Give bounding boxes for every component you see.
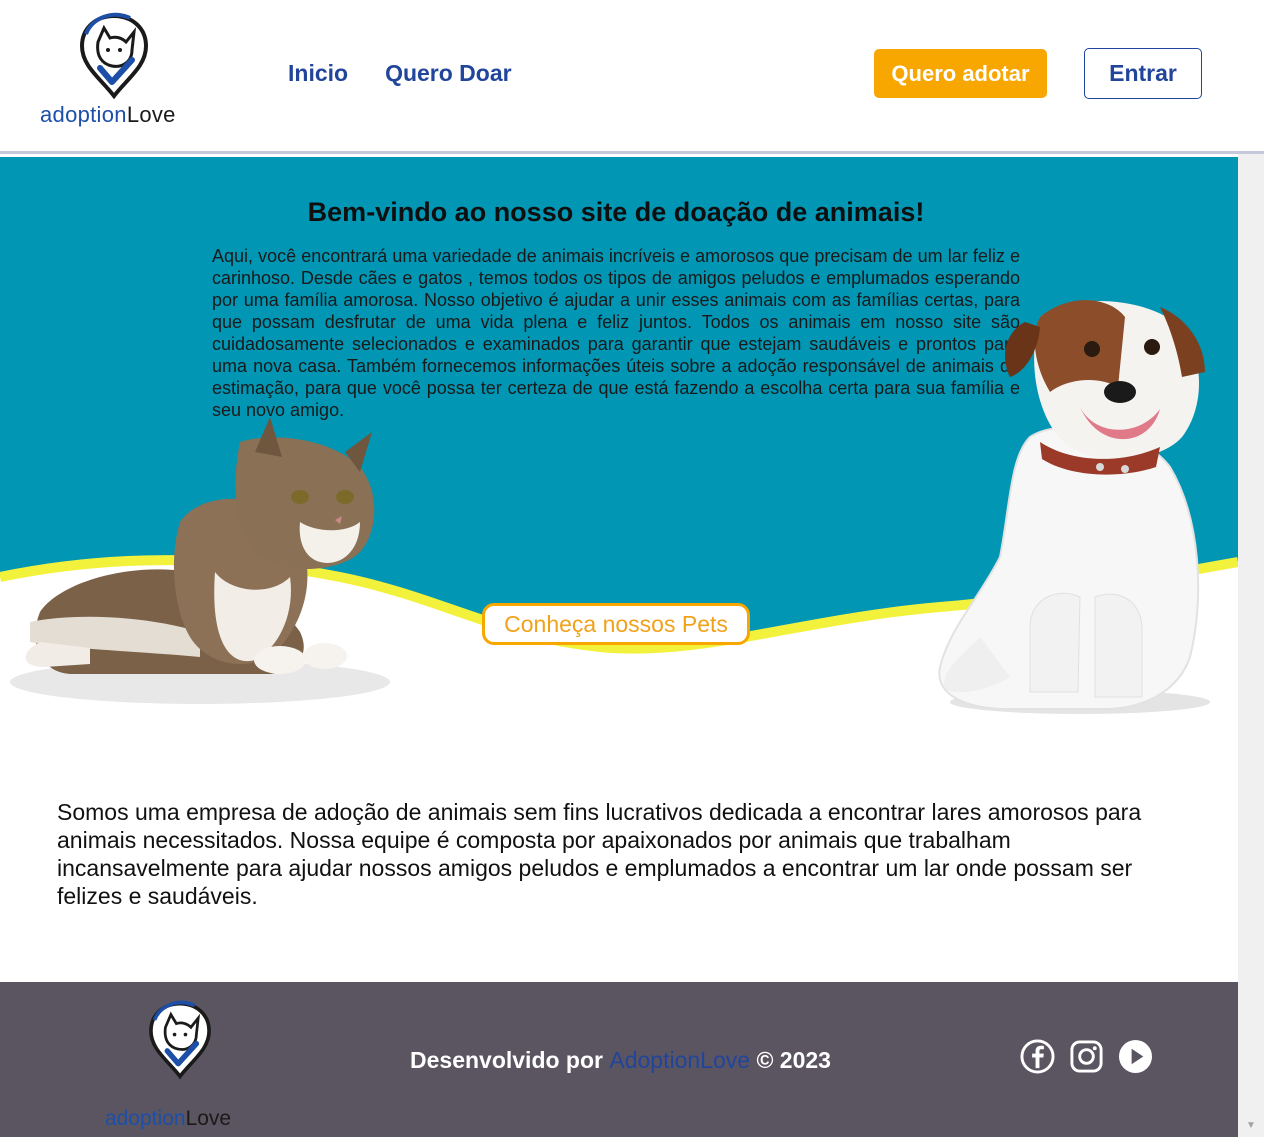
cat-image bbox=[10, 417, 390, 704]
pet-heart-logo-icon bbox=[149, 1000, 211, 1080]
page: adoptionLove Inicio Quero Doar Quero ado… bbox=[0, 0, 1264, 1137]
instagram-icon[interactable] bbox=[1069, 1039, 1104, 1074]
site-footer: adoptionLove Desenvolvido por AdoptionLo… bbox=[0, 982, 1238, 1137]
social-links bbox=[1020, 1039, 1153, 1074]
credit-prefix: Desenvolvido por bbox=[410, 1047, 610, 1073]
site-header: adoptionLove Inicio Quero Doar Quero ado… bbox=[0, 0, 1264, 154]
credit-brand-link[interactable]: AdoptionLove bbox=[609, 1047, 750, 1073]
credit-suffix: © 2023 bbox=[750, 1047, 831, 1073]
entrar-button[interactable]: Entrar bbox=[1084, 48, 1202, 99]
main-nav: Inicio Quero Doar bbox=[288, 60, 512, 87]
footer-logo-text: adoptionLove bbox=[105, 1107, 231, 1131]
hero-title: Bem-vindo ao nosso site de doação de ani… bbox=[307, 197, 925, 227]
header-logo[interactable]: adoptionLove bbox=[40, 12, 190, 132]
quero-adotar-button[interactable]: Quero adotar bbox=[874, 49, 1047, 98]
nav-quero-doar[interactable]: Quero Doar bbox=[385, 60, 512, 87]
hero-section: Bem-vindo ao nosso site de doação de ani… bbox=[0, 157, 1238, 727]
pet-heart-logo-icon bbox=[79, 12, 149, 100]
footer-logo-text-part1: adoption bbox=[105, 1107, 186, 1130]
youtube-icon[interactable] bbox=[1118, 1039, 1153, 1074]
hero-description: Aqui, você encontrará uma variedade de a… bbox=[212, 246, 1020, 420]
facebook-icon[interactable] bbox=[1020, 1039, 1055, 1074]
dog-image bbox=[938, 300, 1210, 714]
footer-logo[interactable]: adoptionLove bbox=[105, 1000, 265, 1130]
nav-inicio[interactable]: Inicio bbox=[288, 60, 348, 87]
logo-text: adoptionLove bbox=[40, 102, 176, 128]
logo-text-part1: adoption bbox=[40, 102, 127, 127]
page-scrollbar[interactable]: ▼ bbox=[1238, 154, 1264, 1137]
footer-logo-text-part2: Love bbox=[185, 1107, 232, 1130]
about-text: Somos uma empresa de adoção de animais s… bbox=[57, 799, 1142, 909]
logo-text-part2: Love bbox=[126, 102, 176, 127]
footer-credit: Desenvolvido por AdoptionLove © 2023 bbox=[410, 1047, 831, 1074]
scroll-down-arrow-icon[interactable]: ▼ bbox=[1246, 1120, 1256, 1131]
conheca-nossos-pets-button[interactable]: Conheça nossos Pets bbox=[482, 603, 750, 645]
